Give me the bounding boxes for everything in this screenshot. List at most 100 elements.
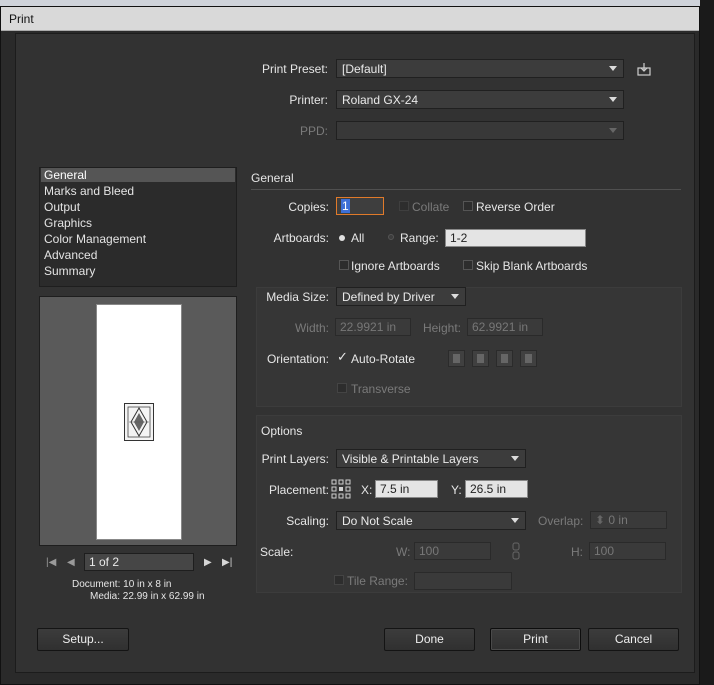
options-section [256, 415, 682, 593]
category-list: General Marks and Bleed Output Graphics … [39, 167, 237, 287]
ppd-label: PPD: [299, 124, 328, 138]
w-label: W: [396, 545, 411, 559]
setup-button[interactable]: Setup... [37, 628, 129, 651]
media-section [256, 287, 682, 407]
chevron-down-icon [511, 518, 519, 523]
overlap-label: Overlap: [538, 514, 584, 528]
range-label: Range: [400, 231, 439, 245]
window-title: Print [9, 12, 34, 26]
range-value: 1-2 [450, 231, 468, 245]
y-label: Y: [451, 483, 462, 497]
all-radio[interactable] [339, 235, 345, 241]
category-color-management[interactable]: Color Management [44, 232, 146, 246]
print-button[interactable]: Print [490, 628, 581, 651]
scaling-value: Do Not Scale [342, 514, 413, 528]
printer-label: Printer: [289, 93, 328, 107]
preview-artwork [124, 403, 154, 441]
general-divider [251, 189, 681, 190]
landscape-orientation-button[interactable] [472, 350, 489, 367]
stepper-icon: ⬍ [595, 513, 609, 527]
media-size-info: Media: 22.99 in x 62.99 in [90, 591, 205, 602]
page-indicator-field[interactable]: 1 of 2 [84, 553, 194, 571]
print-layers-dropdown[interactable]: Visible & Printable Layers [336, 449, 526, 468]
background-panel [700, 0, 714, 685]
h-value: 100 [594, 544, 615, 558]
overlap-input[interactable]: ⬍ 0 in [590, 511, 667, 529]
category-advanced[interactable]: Advanced [44, 248, 97, 262]
prev-page-icon[interactable]: ◀ [67, 557, 75, 568]
print-preset-value: [Default] [342, 62, 387, 76]
ignore-artboards-checkbox[interactable] [339, 260, 349, 270]
all-label: All [351, 231, 365, 245]
chevron-down-icon [609, 128, 617, 133]
save-preset-icon[interactable] [637, 62, 651, 76]
x-input[interactable]: 7.5 in [375, 480, 438, 498]
scaling-dropdown[interactable]: Do Not Scale [336, 511, 526, 530]
done-button[interactable]: Done [384, 628, 475, 651]
print-preset-dropdown[interactable]: [Default] [336, 59, 624, 78]
category-marks-and-bleed[interactable]: Marks and Bleed [44, 184, 134, 198]
skip-blank-label: Skip Blank Artboards [476, 259, 588, 273]
copies-label: Copies: [288, 200, 329, 214]
media-size-label: Media Size: [266, 290, 329, 304]
x-value: 7.5 in [380, 482, 410, 496]
h-input[interactable]: 100 [589, 542, 666, 560]
tile-range-input[interactable] [414, 572, 512, 590]
printer-value: Roland GX-24 [342, 93, 419, 107]
skip-blank-checkbox[interactable] [463, 260, 473, 270]
y-value: 26.5 in [470, 482, 507, 496]
flipped-landscape-orientation-button[interactable] [520, 350, 537, 367]
next-page-icon[interactable]: ▶ [204, 557, 212, 568]
artwork-thumbnail [127, 406, 151, 438]
print-preset-label: Print Preset: [261, 62, 328, 76]
height-value: 62.9921 in [472, 320, 529, 334]
artboards-label: Artboards: [273, 231, 329, 245]
transverse-checkbox[interactable] [337, 383, 347, 393]
width-input[interactable]: 22.9921 in [335, 318, 411, 336]
print-layers-label: Print Layers: [261, 452, 329, 466]
reverse-order-label: Reverse Order [476, 200, 555, 214]
flipped-portrait-orientation-button[interactable] [496, 350, 513, 367]
page-indicator: 1 of 2 [89, 555, 120, 569]
height-input[interactable]: 62.9921 in [467, 318, 543, 336]
print-preview[interactable] [39, 296, 237, 546]
document-size-info: Document: 10 in x 8 in [72, 579, 172, 590]
media-size-dropdown[interactable]: Defined by Driver [336, 287, 466, 306]
ppd-dropdown[interactable] [336, 121, 624, 140]
cancel-button[interactable]: Cancel [588, 628, 679, 651]
collate-checkbox[interactable] [399, 201, 409, 211]
chevron-down-icon [609, 66, 617, 71]
options-heading: Options [261, 424, 303, 438]
copies-input[interactable]: 1 [336, 197, 384, 215]
y-input[interactable]: 26.5 in [465, 480, 528, 498]
print-window: Print Print Preset: [Default] Printer: R… [0, 6, 700, 685]
w-input[interactable]: 100 [414, 542, 491, 560]
printer-dropdown[interactable]: Roland GX-24 [336, 90, 624, 109]
collate-label: Collate [412, 200, 450, 214]
placement-grid-icon[interactable] [331, 479, 351, 499]
link-proportions-icon[interactable] [511, 541, 521, 561]
x-label: X: [361, 483, 373, 497]
range-radio[interactable] [388, 234, 394, 240]
scale-label: Scale: [260, 545, 294, 559]
portrait-orientation-button[interactable] [448, 350, 465, 367]
tile-range-checkbox[interactable] [334, 575, 344, 585]
w-value: 100 [419, 544, 440, 558]
print-dialog: Print Preset: [Default] Printer: Roland … [15, 33, 695, 673]
category-output[interactable]: Output [44, 200, 80, 214]
height-label: Height: [422, 321, 461, 335]
ignore-artboards-label: Ignore Artboards [351, 259, 440, 273]
reverse-order-checkbox[interactable] [463, 201, 473, 211]
placement-label: Placement: [268, 483, 329, 497]
first-page-icon[interactable]: |◀ [46, 557, 56, 568]
media-size-value: Defined by Driver [342, 290, 435, 304]
category-graphics[interactable]: Graphics [44, 216, 92, 230]
category-summary[interactable]: Summary [44, 264, 95, 278]
last-page-icon[interactable]: ▶| [222, 557, 232, 568]
range-input[interactable]: 1-2 [445, 229, 586, 247]
auto-rotate-label: Auto-Rotate [351, 352, 416, 366]
auto-rotate-checkbox[interactable]: ✓ [337, 349, 348, 365]
titlebar[interactable]: Print [1, 7, 699, 31]
category-general[interactable]: General [41, 168, 235, 182]
chevron-down-icon [511, 456, 519, 461]
